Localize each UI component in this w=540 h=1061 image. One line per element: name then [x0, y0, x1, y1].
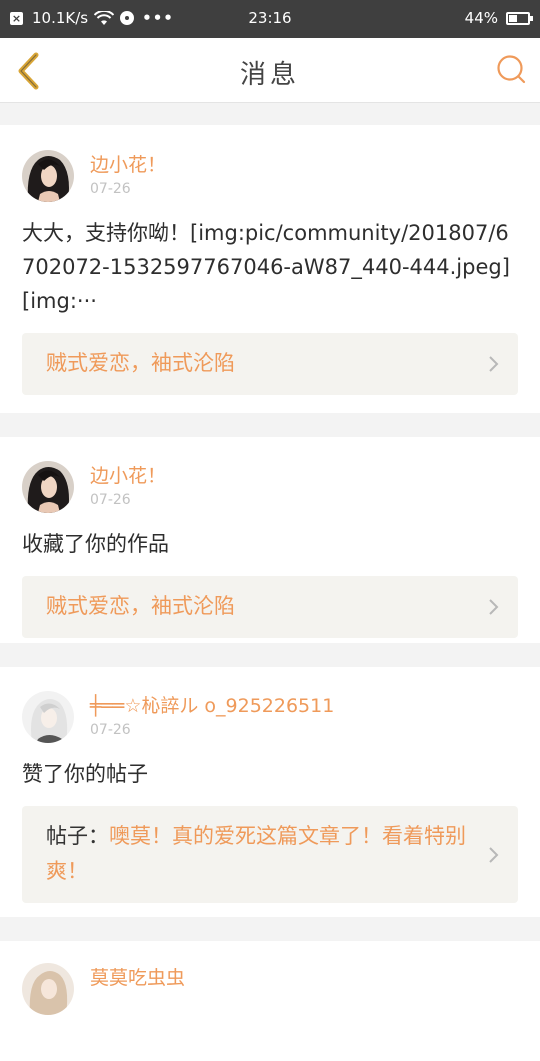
avatar-image [22, 150, 74, 202]
avatar[interactable] [22, 691, 74, 743]
message-date: 07-26 [90, 181, 131, 197]
list-divider [0, 413, 540, 437]
chevron-right-icon [489, 356, 499, 372]
message-text: 收藏了你的作品 [22, 532, 169, 556]
chevron-right-icon [489, 847, 499, 863]
avatar-image [22, 461, 74, 513]
username[interactable]: ╪══☆杺誶ル o_925226511 [90, 691, 334, 718]
avatar-image [22, 963, 74, 1015]
username[interactable]: 边小花！ [90, 461, 166, 488]
message-date: 07-26 [90, 492, 131, 508]
referenced-post-prefix: 帖子： [46, 824, 109, 848]
search-button[interactable] [496, 54, 526, 86]
username[interactable]: 边小花！ [90, 150, 166, 177]
list-item[interactable]: 莫莫吃虫虫 [0, 941, 540, 1061]
list-divider [0, 643, 540, 667]
list-item[interactable]: 边小花！ 07-26 收藏了你的作品 贼式爱恋，袖式沦陷 [0, 437, 540, 643]
status-bar: × 10.1K/s ••• 23:16 44% [0, 0, 540, 38]
referenced-post-title: 贼式爱恋，袖式沦陷 [46, 351, 235, 375]
referenced-post-text: 帖子：噢莫！真的爱死这篇文章了！看着特别爽！ [46, 819, 470, 889]
referenced-post-title: 贼式爱恋，袖式沦陷 [46, 594, 235, 618]
message-text: 赞了你的帖子 [22, 762, 148, 786]
referenced-post[interactable]: 贼式爱恋，袖式沦陷 [22, 576, 518, 638]
avatar[interactable] [22, 963, 74, 1015]
message-text: 大大，支持你呦！[img:pic/community/201807/670207… [22, 221, 510, 313]
clock: 23:16 [248, 9, 292, 27]
chevron-right-icon [489, 599, 499, 615]
list-divider [0, 917, 540, 941]
referenced-post-title: 噢莫！真的爱死这篇文章了！看着特别爽！ [46, 824, 466, 883]
list-spacer [0, 103, 540, 125]
page-title: 消息 [239, 60, 300, 90]
list-item[interactable]: 边小花！ 07-26 大大，支持你呦！[img:pic/community/20… [0, 125, 540, 413]
username[interactable]: 莫莫吃虫虫 [90, 963, 185, 990]
avatar[interactable] [22, 150, 74, 202]
list-item[interactable]: ╪══☆杺誶ル o_925226511 07-26 赞了你的帖子 帖子：噢莫！真… [0, 667, 540, 917]
referenced-post[interactable]: 贼式爱恋，袖式沦陷 [22, 333, 518, 395]
status-bar-right: 44% [464, 9, 533, 27]
search-icon [497, 55, 526, 84]
avatar-image [22, 691, 74, 743]
message-date: 07-26 [90, 722, 131, 738]
avatar[interactable] [22, 461, 74, 513]
battery-icon [506, 11, 533, 25]
battery-level [509, 14, 517, 22]
app-header: 消息 [0, 38, 540, 103]
battery-percent: 44% [464, 9, 498, 27]
message-list: 边小花！ 07-26 大大，支持你呦！[img:pic/community/20… [0, 103, 540, 1061]
referenced-post[interactable]: 帖子：噢莫！真的爱死这篇文章了！看着特别爽！ [22, 806, 518, 903]
